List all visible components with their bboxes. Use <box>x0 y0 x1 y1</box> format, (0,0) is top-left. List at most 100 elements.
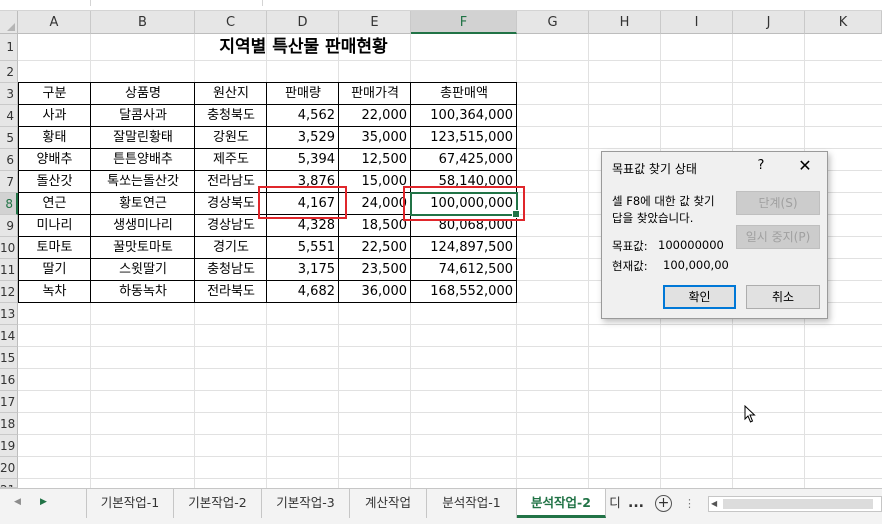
cancel-button[interactable]: 취소 <box>746 285 820 309</box>
cell-product[interactable]: 튼튼양배추 <box>91 149 195 171</box>
cell-total[interactable]: 100,364,000 <box>411 105 517 127</box>
cell-price[interactable]: 15,000 <box>339 171 411 193</box>
column-header-i[interactable]: I <box>661 11 733 34</box>
cell-product[interactable]: 황토연근 <box>91 193 195 215</box>
cell-total[interactable]: 123,515,000 <box>411 127 517 149</box>
cell-product[interactable]: 스윗딸기 <box>91 259 195 281</box>
add-sheet-button[interactable]: + <box>655 495 672 512</box>
row-header-3[interactable]: 3 <box>0 83 18 105</box>
cell-quantity[interactable]: 3,175 <box>267 259 339 281</box>
sheet-tab-6-active[interactable]: 분석작업-2 <box>517 489 606 518</box>
tab-split-handle-icon[interactable]: ⋮ <box>684 497 695 510</box>
row-header-16[interactable]: 16 <box>0 369 18 391</box>
cell-origin[interactable]: 경상북도 <box>195 193 267 215</box>
column-header-j[interactable]: J <box>733 11 805 34</box>
cell-origin[interactable]: 강원도 <box>195 127 267 149</box>
cell-price[interactable]: 22,500 <box>339 237 411 259</box>
cell-quantity[interactable]: 5,551 <box>267 237 339 259</box>
sheet-tab-1[interactable]: 기본작업-1 <box>86 489 174 518</box>
cell-category[interactable]: 돌산갓 <box>18 171 91 193</box>
cell-category[interactable]: 양배추 <box>18 149 91 171</box>
cell-origin[interactable]: 경기도 <box>195 237 267 259</box>
cell-total[interactable]: 58,140,000 <box>411 171 517 193</box>
cell-quantity-changing[interactable]: 4,167 <box>267 193 339 215</box>
sheet-tab-4[interactable]: 계산작업 <box>350 489 427 518</box>
row-header-19[interactable]: 19 <box>0 435 18 457</box>
row-header-18[interactable]: 18 <box>0 413 18 435</box>
cell-category[interactable]: 사과 <box>18 105 91 127</box>
ok-button[interactable]: 확인 <box>663 285 736 309</box>
cell-price[interactable]: 24,000 <box>339 193 411 215</box>
column-header-c[interactable]: C <box>195 11 267 34</box>
row-header-1[interactable]: 1 <box>0 34 18 61</box>
cell-total[interactable]: 74,612,500 <box>411 259 517 281</box>
cell-price[interactable]: 18,500 <box>339 215 411 237</box>
sheet-tab-3[interactable]: 기본작업-3 <box>262 489 350 518</box>
row-header-5[interactable]: 5 <box>0 127 18 149</box>
cell-category[interactable]: 녹차 <box>18 281 91 303</box>
cell-price[interactable]: 22,000 <box>339 105 411 127</box>
cell-product[interactable]: 달콤사과 <box>91 105 195 127</box>
cell-total[interactable]: 124,897,500 <box>411 237 517 259</box>
horizontal-scrollbar[interactable]: ◀ <box>708 496 882 512</box>
cell-total[interactable]: 168,552,000 <box>411 281 517 303</box>
cell-quantity[interactable]: 4,328 <box>267 215 339 237</box>
row-header-12[interactable]: 12 <box>0 281 18 303</box>
cell-quantity[interactable]: 4,682 <box>267 281 339 303</box>
row-header-11[interactable]: 11 <box>0 259 18 281</box>
scroll-left-arrow-icon[interactable]: ◀ <box>711 499 717 508</box>
column-header-g[interactable]: G <box>517 11 589 34</box>
column-header-h[interactable]: H <box>589 11 661 34</box>
row-header-7[interactable]: 7 <box>0 171 18 193</box>
cell-product[interactable]: 하동녹차 <box>91 281 195 303</box>
cell-quantity[interactable]: 3,529 <box>267 127 339 149</box>
sheet-tab-5[interactable]: 분석작업-1 <box>427 489 517 518</box>
cell-category[interactable]: 토마토 <box>18 237 91 259</box>
sheet-tab-2[interactable]: 기본작업-2 <box>174 489 262 518</box>
scrollbar-thumb[interactable] <box>723 499 873 509</box>
cell-origin[interactable]: 충청남도 <box>195 259 267 281</box>
cell-origin[interactable]: 경상남도 <box>195 215 267 237</box>
cell-product[interactable]: 생생미나리 <box>91 215 195 237</box>
cell-total[interactable]: 80,068,000 <box>411 215 517 237</box>
cell-price[interactable]: 23,500 <box>339 259 411 281</box>
cell-origin[interactable]: 전라북도 <box>195 281 267 303</box>
cell-price[interactable]: 35,000 <box>339 127 411 149</box>
cell-quantity[interactable]: 3,876 <box>267 171 339 193</box>
row-header-8[interactable]: 8 <box>0 193 18 215</box>
more-sheets-button[interactable]: ... <box>628 495 644 511</box>
row-header-2[interactable]: 2 <box>0 61 18 83</box>
cell-quantity[interactable]: 5,394 <box>267 149 339 171</box>
cell-category[interactable]: 딸기 <box>18 259 91 281</box>
row-header-14[interactable]: 14 <box>0 325 18 347</box>
row-header-4[interactable]: 4 <box>0 105 18 127</box>
column-header-f[interactable]: F <box>411 11 517 34</box>
cell-total[interactable]: 67,425,000 <box>411 149 517 171</box>
cell-origin[interactable]: 전라남도 <box>195 171 267 193</box>
row-header-13[interactable]: 13 <box>0 303 18 325</box>
cell-price[interactable]: 36,000 <box>339 281 411 303</box>
row-header-9[interactable]: 9 <box>0 215 18 237</box>
select-all-button[interactable] <box>0 11 18 34</box>
pause-button[interactable]: 일시 중지(P) <box>736 225 820 249</box>
cell-category[interactable]: 황태 <box>18 127 91 149</box>
row-header-15[interactable]: 15 <box>0 347 18 369</box>
prev-sheet-arrow-icon[interactable]: ◀ <box>14 497 21 507</box>
cell-product[interactable]: 톡쏘는돌산갓 <box>91 171 195 193</box>
column-header-a[interactable]: A <box>18 11 91 34</box>
sheet-tab-7-partial[interactable]: 디 <box>606 489 624 518</box>
row-header-10[interactable]: 10 <box>0 237 18 259</box>
next-sheet-arrow-icon[interactable]: ▶ <box>40 497 47 507</box>
column-header-e[interactable]: E <box>339 11 411 34</box>
step-button[interactable]: 단계(S) <box>736 191 820 215</box>
column-header-k[interactable]: K <box>805 11 882 34</box>
column-header-b[interactable]: B <box>91 11 195 34</box>
cell-origin[interactable]: 제주도 <box>195 149 267 171</box>
column-header-d[interactable]: D <box>267 11 339 34</box>
help-icon[interactable]: ? <box>750 155 772 177</box>
cell-category[interactable]: 미나리 <box>18 215 91 237</box>
row-header-20[interactable]: 20 <box>0 457 18 479</box>
cell-product[interactable]: 꿀맛토마토 <box>91 237 195 259</box>
cell-price[interactable]: 12,500 <box>339 149 411 171</box>
cell-product[interactable]: 잘말린황태 <box>91 127 195 149</box>
